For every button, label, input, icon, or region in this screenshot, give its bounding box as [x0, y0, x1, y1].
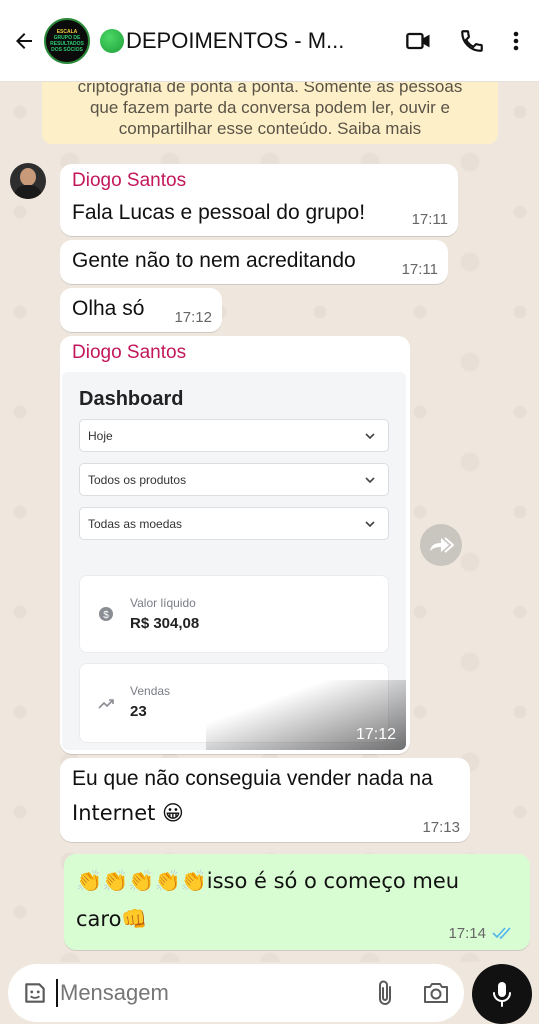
- forward-button[interactable]: [420, 524, 462, 566]
- encryption-line-2: que fazem parte da conversa podem ler, o…: [89, 98, 451, 117]
- message-bubble[interactable]: Olha só 17:12: [60, 288, 222, 332]
- message-bubble[interactable]: Eu que não conseguia vender nada na Inte…: [60, 758, 470, 842]
- filter-select-products: Todos os produtos: [79, 463, 389, 496]
- video-call-icon[interactable]: [405, 27, 433, 55]
- sticker-icon[interactable]: [22, 980, 48, 1006]
- green-circle-icon: [100, 28, 124, 53]
- forward-icon: [430, 537, 454, 553]
- message-text: Fala Lucas e pessoal do grupo!: [72, 201, 366, 224]
- more-options-icon[interactable]: [511, 29, 521, 53]
- message-text: Eu que não conseguia vender nada na: [72, 767, 433, 790]
- sender-name[interactable]: Diogo Santos: [72, 170, 186, 192]
- arrow-left-icon: [16, 32, 32, 49]
- message-text: caro👊: [76, 907, 148, 931]
- message-time: 17:12: [174, 309, 212, 326]
- message-text: 👏👏👏👏👏isso é só o começo meu: [76, 869, 460, 893]
- message-time: 17:11: [401, 261, 438, 278]
- chevron-down-icon: [365, 477, 375, 484]
- encryption-notice[interactable]: criptografia de ponta a ponta. Somente a…: [42, 82, 498, 144]
- card-label: Valor líquido: [130, 596, 196, 610]
- card-label: Vendas: [130, 684, 171, 698]
- message-bubble[interactable]: Gente não to nem acreditando 17:11: [60, 240, 448, 284]
- dollar-icon: $: [99, 607, 113, 621]
- filter-value: Todos os produtos: [88, 472, 187, 487]
- trend-icon: [98, 699, 114, 709]
- message-time: 17:13: [422, 819, 460, 836]
- chat-area[interactable]: criptografia de ponta a ponta. Somente a…: [0, 82, 539, 962]
- message-text: Gente não to nem acreditando: [72, 249, 356, 272]
- encryption-line-3: compartilhar esse conteúdo. Saiba mais: [118, 119, 422, 138]
- read-ticks-icon: [492, 927, 511, 940]
- dashboard-image[interactable]: Dashboard Hoje Todos os produtos Todas a…: [62, 372, 406, 750]
- message-text: Internet 😀: [72, 801, 184, 825]
- message-time: 17:11: [411, 211, 448, 228]
- attach-icon[interactable]: [374, 979, 396, 1007]
- sender-name[interactable]: Diogo Santos: [72, 342, 186, 364]
- filter-select-currency: Todas as moedas: [79, 507, 389, 540]
- phone-icon[interactable]: [459, 28, 485, 54]
- message-input[interactable]: [60, 980, 374, 1006]
- camera-icon[interactable]: [422, 980, 450, 1006]
- chat-header: ESCALA GRUPO DE RESULTADOS DOS SÓCIOS DE…: [0, 0, 539, 82]
- text-caret: [56, 979, 58, 1007]
- encryption-line-1: criptografia de ponta a ponta. Somente a…: [77, 82, 463, 96]
- outgoing-message-bubble[interactable]: 👏👏👏👏👏isso é só o começo meu caro👊 17:14: [64, 854, 530, 950]
- svg-text:$: $: [103, 610, 109, 621]
- message-text: Olha só: [72, 297, 145, 320]
- card-value: 23: [130, 703, 147, 720]
- filter-value: Hoje: [88, 428, 113, 443]
- card-value: R$ 304,08: [130, 615, 200, 632]
- filter-select-period: Hoje: [79, 419, 389, 452]
- chat-title: DEPOIMENTOS - M...: [126, 27, 345, 53]
- back-button[interactable]: [4, 21, 44, 61]
- chevron-down-icon: [365, 521, 375, 528]
- message-input-bar[interactable]: [8, 964, 464, 1022]
- avatar-text-4: DOS SÓCIOS: [51, 46, 83, 53]
- net-value-card: $ Valor líquido R$ 304,08: [79, 575, 389, 653]
- message-time: 17:14: [448, 925, 486, 942]
- microphone-icon: [493, 982, 511, 1007]
- message-bubble[interactable]: Diogo Santos Fala Lucas e pessoal do gru…: [60, 164, 458, 236]
- chat-title-area[interactable]: DEPOIMENTOS - M...: [100, 28, 405, 54]
- dashboard-title: Dashboard: [79, 388, 184, 410]
- filter-value: Todas as moedas: [88, 516, 183, 531]
- voice-message-button[interactable]: [472, 964, 532, 1024]
- message-time: 17:12: [355, 726, 396, 743]
- sender-avatar[interactable]: [10, 163, 46, 199]
- chevron-down-icon: [365, 433, 375, 440]
- group-avatar[interactable]: ESCALA GRUPO DE RESULTADOS DOS SÓCIOS: [44, 17, 90, 64]
